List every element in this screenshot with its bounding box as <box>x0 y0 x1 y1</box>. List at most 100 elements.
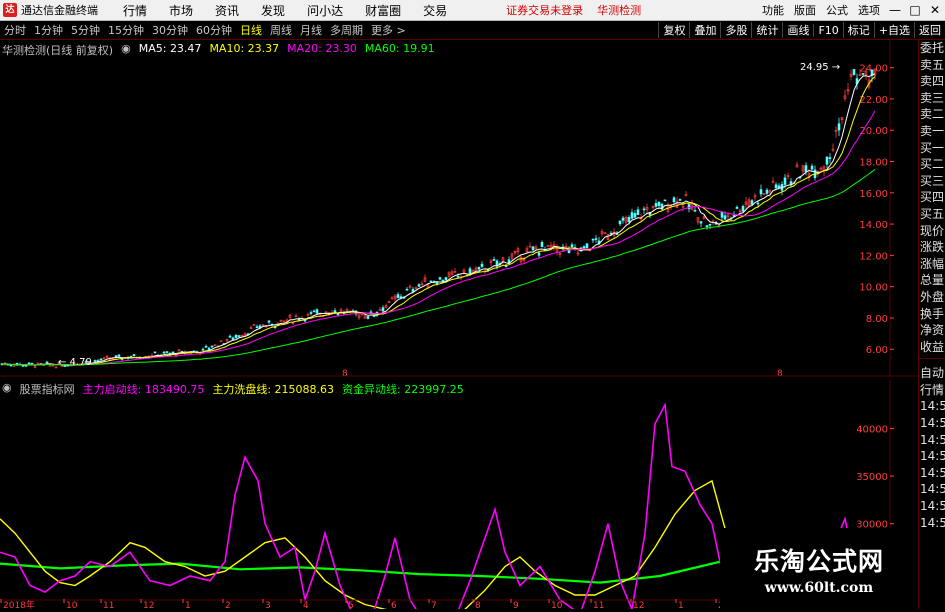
candle-body <box>810 165 814 170</box>
candle-body <box>267 320 271 323</box>
close-button[interactable]: ✕ <box>925 3 945 17</box>
indicator-header: ◉ 股票指标网 主力启动线: 183490.75 主力洗盘线: 215088.6… <box>2 381 464 397</box>
title-bar: 达 通达信金融终端 行情 市场 资讯 发现 问小达 财富圈 交易 证券交易未登录… <box>0 0 945 21</box>
tick-time: 14:50 <box>920 399 945 414</box>
menu-item[interactable]: 财富圈 <box>365 2 401 19</box>
indicator-tick-label: 35000 <box>856 472 888 483</box>
candle-body <box>312 310 316 313</box>
period-1min[interactable]: 1分钟 <box>30 22 67 38</box>
tool-f10[interactable]: F10 <box>813 23 842 37</box>
candle-body <box>255 326 259 328</box>
menu-function[interactable]: 功能 <box>762 2 784 18</box>
candle-body <box>861 73 865 75</box>
candle-body <box>372 315 376 317</box>
ma-settings-icon[interactable]: ◉ <box>121 42 131 58</box>
period-30min[interactable]: 30分钟 <box>148 22 192 38</box>
menu-formula[interactable]: 公式 <box>826 2 848 18</box>
maximize-button[interactable]: □ <box>905 3 925 17</box>
candle-body <box>594 238 598 240</box>
tool-multi-stock[interactable]: 多股 <box>720 22 751 38</box>
login-status[interactable]: 证券交易未登录 <box>506 2 583 18</box>
minimize-button[interactable]: — <box>885 3 905 17</box>
price-tick-label: 22.00 <box>859 95 888 106</box>
candle-body <box>531 246 535 251</box>
quote-row: 卖五 <box>920 57 945 72</box>
candle-body <box>591 238 595 241</box>
candle-body <box>828 157 832 159</box>
candle-body <box>621 217 625 221</box>
watermark-title: 乐淘公式网 <box>753 546 884 576</box>
candle-body <box>207 347 211 350</box>
tool-add-watchlist[interactable]: +自选 <box>873 22 914 38</box>
tool-overlay[interactable]: 叠加 <box>689 22 720 38</box>
candle-body <box>630 212 634 219</box>
period-5min[interactable]: 5分钟 <box>67 22 104 38</box>
candle-body <box>735 206 739 209</box>
menu-options[interactable]: 选项 <box>858 2 880 18</box>
tool-draw[interactable]: 画线 <box>782 22 813 38</box>
period-daily[interactable]: 日线 <box>236 22 266 38</box>
tool-mark[interactable]: 标记 <box>842 22 874 38</box>
indicator-series-3: 资金异动线: 223997.25 <box>342 383 464 396</box>
candle-body <box>162 351 166 354</box>
high-price-label: 24.95 → <box>800 62 840 73</box>
candle-body <box>627 217 631 222</box>
tick-header[interactable]: 自动 <box>919 365 945 382</box>
candle-body <box>456 275 460 278</box>
price-tick-label: 18.00 <box>859 158 888 169</box>
period-weekly[interactable]: 周线 <box>266 22 296 38</box>
time-tick-label: 2018年 <box>3 599 35 609</box>
menu-item[interactable]: 行情 <box>123 2 147 19</box>
time-tick-label: 8 <box>475 601 481 609</box>
price-chart[interactable]: 24.00 22.00 20.00 18.00 16.00 14.00 12.00 10.00… <box>0 40 918 379</box>
menu-item[interactable]: 交易 <box>423 2 447 19</box>
candle-body <box>99 358 103 361</box>
candle-body <box>504 265 508 268</box>
indicator-settings-icon[interactable]: ◉ <box>2 381 12 397</box>
candle-body <box>636 209 640 215</box>
candle-body <box>390 297 394 300</box>
candle-body <box>756 202 760 205</box>
candle-body <box>417 284 421 287</box>
candle-body <box>723 215 727 220</box>
ma5-readout: MA5: 23.47 <box>138 42 202 55</box>
menu-item[interactable]: 资讯 <box>215 2 239 19</box>
time-tick-label: 4 <box>303 601 309 609</box>
indicator-series-2: 主力洗盘线: 215088.63 <box>212 383 335 396</box>
candle-body <box>165 351 169 353</box>
time-tick-label: 12 <box>633 601 644 609</box>
candle-body <box>381 307 385 312</box>
quote-panel: 委托 卖五 卖四 卖三 卖二 卖一 买一 买二 买三 买四 买五 现价 涨跌 涨… <box>918 40 945 609</box>
tool-back[interactable]: 返回 <box>914 22 945 38</box>
tool-adjust[interactable]: 复权 <box>658 22 689 38</box>
candle-body <box>492 259 496 261</box>
candle-body <box>132 354 136 357</box>
period-more[interactable]: 更多 > <box>367 22 410 38</box>
price-chart-canvas[interactable]: 24.00 22.00 20.00 18.00 16.00 14.00 12.00 10.00… <box>0 40 918 379</box>
candle-body <box>633 213 637 218</box>
candle-body <box>765 189 769 194</box>
candle-body <box>804 165 808 173</box>
candle-body <box>333 310 337 313</box>
price-chart-header: 华测检测(日线 前复权) ◉ MA5: 23.47 MA10: 23.37 MA… <box>2 42 435 58</box>
menu-item[interactable]: 发现 <box>261 2 285 19</box>
indicator-tick-label: 40000 <box>856 425 888 436</box>
quote-row: 换手 <box>920 306 945 321</box>
price-tick-label: 14.00 <box>859 220 888 231</box>
period-60min[interactable]: 60分钟 <box>192 22 236 38</box>
period-intraday[interactable]: 分时 <box>0 22 30 38</box>
quote-row: 涨幅 <box>920 256 945 271</box>
candle-body <box>435 282 439 285</box>
menu-layout[interactable]: 版面 <box>794 2 816 18</box>
menu-item[interactable]: 问小达 <box>307 2 343 19</box>
candle-body <box>468 268 472 274</box>
period-monthly[interactable]: 月线 <box>296 22 326 38</box>
quote-row[interactable]: 委托 <box>919 40 945 57</box>
tick-time: 14:56 <box>920 515 945 530</box>
period-multi[interactable]: 多周期 <box>326 22 367 38</box>
quote-row: 买一 <box>920 140 945 155</box>
tick-time: 14:50 <box>920 432 945 447</box>
menu-item[interactable]: 市场 <box>169 2 193 19</box>
period-15min[interactable]: 15分钟 <box>104 22 148 38</box>
tool-stats[interactable]: 统计 <box>751 22 782 38</box>
